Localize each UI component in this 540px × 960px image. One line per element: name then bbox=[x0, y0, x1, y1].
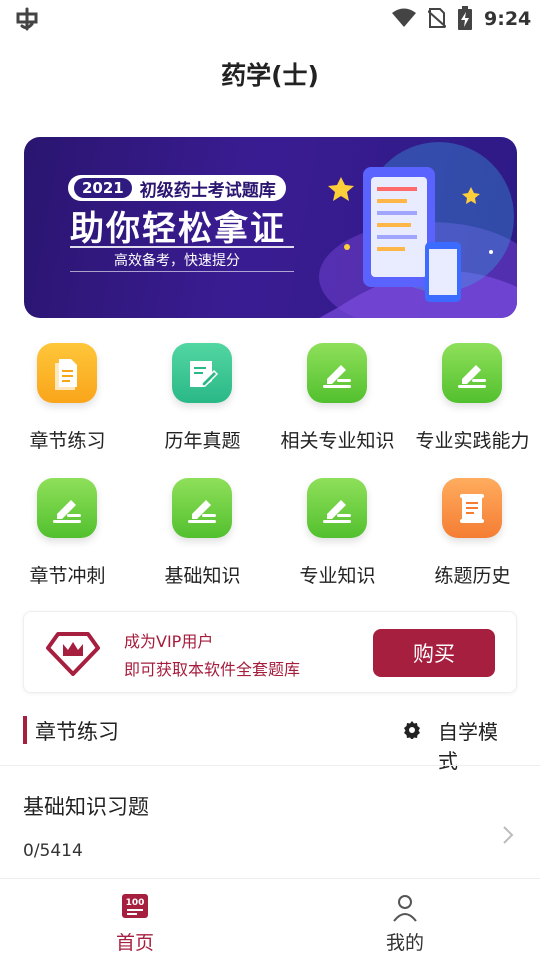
vip-crown-icon bbox=[46, 632, 100, 676]
no-sim-icon bbox=[428, 8, 446, 28]
note-edit-icon bbox=[190, 361, 219, 387]
note-tile bbox=[172, 343, 232, 403]
pencil-tile bbox=[307, 478, 367, 538]
pencil-icon bbox=[323, 365, 351, 388]
banner-illustration bbox=[319, 142, 517, 318]
banner-pill: 2021 初级药士考试题库 bbox=[68, 175, 286, 201]
status-time: 9:24 bbox=[484, 8, 532, 30]
banner-line1: 初级药士考试题库 bbox=[139, 180, 276, 201]
battery-charging-icon bbox=[458, 6, 472, 30]
pencil-tile bbox=[442, 343, 502, 403]
banner-divider bbox=[70, 246, 294, 248]
person-icon bbox=[393, 895, 417, 922]
grid-item-practice-history[interactable]: 练题历史 bbox=[405, 478, 540, 598]
section-title: 章节练习 bbox=[35, 720, 119, 744]
list-item-title: 基础知识习题 bbox=[23, 795, 149, 819]
pencil-tile bbox=[172, 478, 232, 538]
pencil-icon bbox=[53, 500, 81, 523]
home-book-icon: 100 bbox=[122, 894, 148, 918]
pencil-icon bbox=[458, 365, 486, 388]
tab-home[interactable]: 100 首页 bbox=[0, 880, 270, 960]
banner-headline: 助你轻松拿证 bbox=[70, 209, 286, 249]
pencil-icon bbox=[188, 500, 216, 523]
wifi-icon bbox=[392, 8, 416, 27]
grid-item-past-exams[interactable]: 历年真题 bbox=[135, 343, 270, 463]
tab-home-label: 首页 bbox=[115, 932, 154, 954]
scroll-icon bbox=[460, 494, 484, 523]
status-bar: 9:24 bbox=[0, 0, 540, 38]
list-item-progress: 0/5414 bbox=[23, 841, 83, 861]
document-tile bbox=[37, 343, 97, 403]
grid-label: 基础知识 bbox=[164, 565, 241, 587]
grid-item-practical-ability[interactable]: 专业实践能力 bbox=[405, 343, 540, 463]
vip-line1: 成为VIP用户 bbox=[124, 632, 214, 651]
grid-label: 专业实践能力 bbox=[415, 430, 530, 452]
promo-banner[interactable]: 2021 初级药士考试题库 助你轻松拿证 高效备考，快速提分 bbox=[24, 137, 517, 318]
grid-label: 专业知识 bbox=[299, 565, 376, 587]
bug-icon bbox=[16, 7, 38, 31]
banner-year: 2021 bbox=[74, 178, 132, 198]
tab-mine-label: 我的 bbox=[385, 932, 424, 954]
pencil-tile bbox=[307, 343, 367, 403]
chevron-right-icon bbox=[503, 826, 514, 844]
grid-item-professional-knowledge[interactable]: 专业知识 bbox=[270, 478, 405, 598]
grid-item-chapter-sprint[interactable]: 章节冲刺 bbox=[0, 478, 135, 598]
grid-item-basic-knowledge[interactable]: 基础知识 bbox=[135, 478, 270, 598]
banner-subline: 高效备考，快速提分 bbox=[114, 253, 240, 269]
grid-item-chapter-practice[interactable]: 章节练习 bbox=[0, 343, 135, 463]
list-item[interactable]: 基础知识习题 0/5414 bbox=[0, 766, 540, 878]
pencil-tile bbox=[37, 478, 97, 538]
vip-line2: 即可获取本软件全套题库 bbox=[124, 660, 301, 679]
grid-label: 章节练习 bbox=[29, 430, 106, 452]
section-accent-bar bbox=[23, 716, 27, 744]
bottom-tab-bar: 100 首页 我的 bbox=[0, 880, 540, 960]
tab-mine[interactable]: 我的 bbox=[270, 880, 540, 960]
grid-label: 练题历史 bbox=[434, 565, 511, 587]
buy-button[interactable]: 购买 bbox=[373, 629, 495, 677]
gear-icon[interactable] bbox=[403, 721, 421, 739]
document-icon bbox=[55, 359, 77, 390]
banner-divider-bottom bbox=[70, 271, 294, 272]
grid-label: 历年真题 bbox=[164, 430, 241, 452]
svg-text:100: 100 bbox=[126, 898, 145, 908]
vip-card: 成为VIP用户 即可获取本软件全套题库 购买 bbox=[23, 611, 517, 693]
scroll-tile bbox=[442, 478, 502, 538]
grid-label: 相关专业知识 bbox=[280, 430, 395, 452]
page-title: 药学(士) bbox=[221, 61, 319, 90]
grid-item-related-knowledge[interactable]: 相关专业知识 bbox=[270, 343, 405, 463]
divider bbox=[0, 878, 540, 879]
section-header: 章节练习 自学模式 bbox=[23, 714, 517, 773]
grid-label: 章节冲刺 bbox=[29, 565, 106, 587]
pencil-icon bbox=[323, 500, 351, 523]
